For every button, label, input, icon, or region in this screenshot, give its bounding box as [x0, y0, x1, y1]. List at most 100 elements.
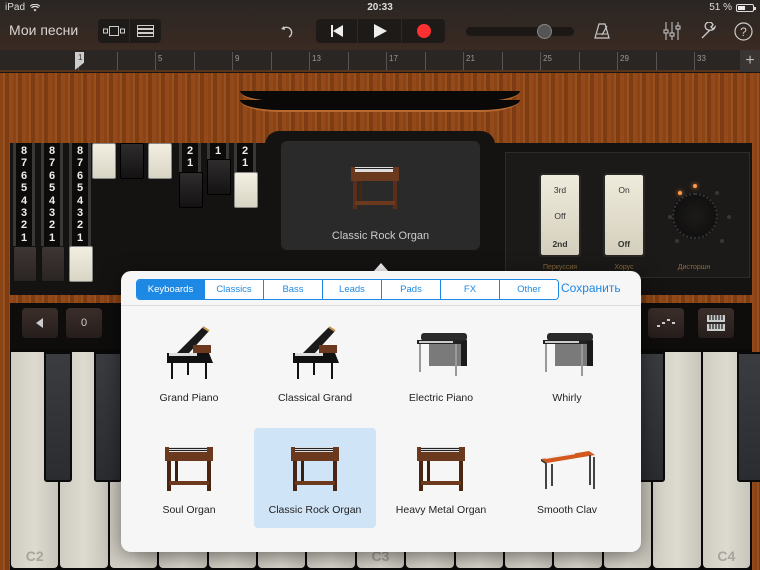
master-volume-slider[interactable]: [466, 24, 574, 39]
black-key[interactable]: [737, 352, 760, 482]
drawbar-handle[interactable]: [69, 246, 93, 283]
drawbar[interactable]: 87654321: [13, 143, 37, 283]
drawbar-number: 5: [20, 182, 28, 195]
clav-icon: [541, 451, 595, 489]
my-songs-button[interactable]: Мои песни: [9, 22, 78, 38]
octave-value[interactable]: 0: [66, 308, 102, 338]
track-view-icon: [102, 26, 125, 36]
tracks-list-button[interactable]: [130, 19, 161, 43]
instrument-tile[interactable]: Whirly: [506, 316, 628, 416]
keyboard-layout-icon: [707, 315, 725, 331]
drawbar-handle[interactable]: [92, 143, 116, 179]
instrument-tile[interactable]: Soul Organ: [128, 428, 250, 528]
drawbar-handle[interactable]: [207, 159, 231, 196]
drawbar[interactable]: 21: [179, 143, 203, 208]
save-button[interactable]: Сохранить: [561, 281, 621, 295]
clock: 20:33: [367, 2, 393, 13]
tab-fx[interactable]: FX: [441, 280, 500, 299]
black-key[interactable]: [93, 352, 122, 482]
help-button[interactable]: ?: [732, 20, 754, 42]
play-icon: [373, 24, 387, 38]
help-icon: ?: [733, 21, 753, 41]
drawbar-handle[interactable]: [179, 171, 203, 208]
instrument-tile[interactable]: Electric Piano: [380, 316, 502, 416]
arpeggiator-button[interactable]: [648, 308, 684, 338]
undo-button[interactable]: [277, 20, 297, 42]
volume-knob[interactable]: [536, 24, 552, 39]
record-button[interactable]: [402, 19, 445, 43]
metronome-button[interactable]: [592, 20, 612, 42]
drawbar-handle[interactable]: [234, 171, 258, 208]
ruler-bar-number: 5: [158, 54, 163, 63]
ruler-bar-number: 17: [389, 54, 398, 63]
settings-button[interactable]: [698, 20, 720, 42]
playhead-bar: 1: [78, 53, 83, 62]
octave-down-button[interactable]: [22, 308, 58, 338]
tab-classics[interactable]: Classics: [205, 280, 264, 299]
drawbar[interactable]: 87654321: [41, 143, 65, 283]
organ-icon: [417, 447, 465, 491]
ruler-tick: [655, 52, 657, 70]
track-view-button[interactable]: [98, 19, 130, 43]
percussion-option: 2nd: [552, 239, 568, 249]
tab-bass[interactable]: Bass: [264, 280, 323, 299]
svg-text:?: ?: [740, 25, 747, 39]
drawbar[interactable]: [120, 143, 145, 179]
black-key[interactable]: [44, 352, 73, 482]
tracks-list-icon: [137, 25, 154, 37]
drawbar[interactable]: [148, 143, 173, 179]
drawbar-number: 4: [48, 194, 56, 207]
drawbar[interactable]: 87654321: [69, 143, 93, 283]
tab-other[interactable]: Other: [500, 280, 558, 299]
ruler-tick: [232, 52, 233, 70]
chorus-switch[interactable]: On Off: [603, 173, 645, 257]
tab-pads[interactable]: Pads: [382, 280, 441, 299]
instrument-tile[interactable]: Grand Piano: [128, 316, 250, 416]
drawbar-handle[interactable]: [120, 143, 144, 179]
ruler-tick: [424, 52, 426, 70]
percussion-switch[interactable]: 3rd Off 2nd: [539, 173, 581, 257]
play-button[interactable]: [358, 19, 402, 43]
tab-keyboards[interactable]: Keyboards: [137, 280, 205, 299]
instrument-tile[interactable]: Classical Grand: [254, 316, 376, 416]
distortion-led: [693, 184, 697, 188]
electric-piano-icon: [543, 333, 593, 376]
add-section-button[interactable]: +: [740, 50, 760, 72]
drawbar-number: 2: [48, 219, 56, 232]
drawbar-number: 2: [76, 219, 84, 232]
drawbar-number: 7: [76, 157, 84, 170]
distortion-led: [727, 215, 731, 219]
black-key[interactable]: [637, 352, 666, 482]
drawbar[interactable]: 21: [234, 143, 258, 208]
drawbar-number: 8: [20, 145, 28, 157]
instrument-tile[interactable]: Classic Rock Organ: [254, 428, 376, 528]
drawbar-number: 6: [48, 169, 56, 182]
instrument-name: Grand Piano: [159, 392, 219, 404]
drawbar-number: 8: [48, 145, 56, 157]
timeline-ruler[interactable]: 5 9 13 17 21 25 29 33 1 +: [0, 50, 760, 72]
instrument-tile[interactable]: Heavy Metal Organ: [380, 428, 502, 528]
ruler-tick: [270, 52, 272, 70]
ruler-bar-number: 33: [697, 54, 706, 63]
current-instrument-button[interactable]: Classic Rock Organ: [281, 141, 480, 250]
divider: [121, 305, 641, 306]
battery-percent: 51 %: [709, 2, 732, 13]
organ-icon: [165, 447, 213, 491]
drawbar[interactable]: 1: [207, 143, 231, 196]
metronome-icon: [594, 23, 610, 39]
drawbar-handle[interactable]: [13, 246, 37, 283]
mixer-button[interactable]: [662, 20, 684, 42]
distortion-knob[interactable]: [672, 193, 718, 239]
drawbar-handle[interactable]: [41, 246, 65, 283]
tab-leads[interactable]: Leads: [323, 280, 382, 299]
drawbar-handle[interactable]: [148, 143, 172, 179]
ruler-tick: [617, 52, 618, 70]
instrument-tile[interactable]: Smooth Clav: [506, 428, 628, 528]
drawbar[interactable]: [92, 143, 117, 179]
arpeggiator-icon: [657, 319, 675, 327]
keyboard-layout-button[interactable]: [698, 308, 734, 338]
status-bar: iPad 20:33 51 %: [0, 0, 760, 14]
instrument-name: Classic Rock Organ: [268, 504, 362, 516]
ruler-bar-number: 21: [466, 54, 475, 63]
rewind-button[interactable]: [316, 19, 358, 43]
